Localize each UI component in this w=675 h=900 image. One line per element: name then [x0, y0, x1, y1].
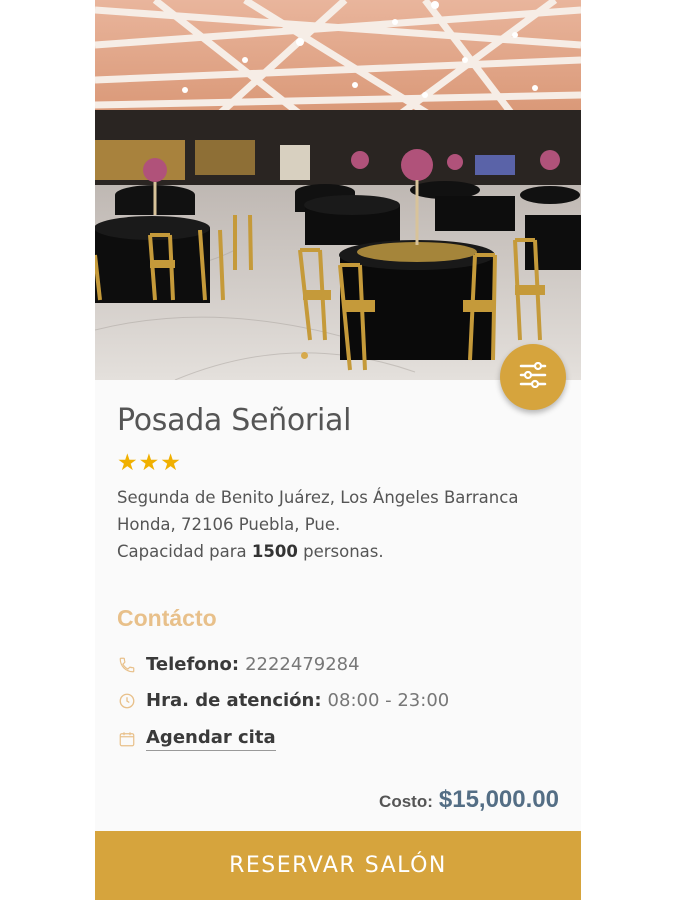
schedule-appointment-link[interactable]: Agendar cita: [146, 727, 276, 751]
capacity-suffix: personas.: [303, 542, 384, 561]
reserve-button[interactable]: RESERVAR SALÓN: [95, 831, 581, 900]
schedule-row[interactable]: Agendar cita: [117, 727, 276, 751]
venue-capacity: Capacidad para 1500 personas.: [117, 542, 384, 561]
filter-button[interactable]: [500, 344, 566, 410]
phone-icon: [117, 655, 137, 675]
cost-label: Costo:: [379, 792, 433, 811]
venue-photo[interactable]: [95, 0, 581, 380]
phone-label: Telefono:: [146, 654, 240, 675]
app-screen: Posada Señorial ★★★ Segunda de Benito Ju…: [95, 0, 581, 900]
clock-icon: [117, 691, 137, 711]
capacity-prefix: Capacidad para: [117, 542, 247, 561]
venue-address: Segunda de Benito Juárez, Los Ángeles Ba…: [117, 488, 519, 534]
phone-row[interactable]: Telefono: 2222479284: [117, 654, 360, 675]
carousel-indicator[interactable]: [301, 352, 308, 359]
hours-row: Hra. de atención: 08:00 - 23:00: [117, 690, 449, 711]
star-rating: ★★★: [117, 449, 182, 475]
venue-name: Posada Señorial: [117, 403, 352, 438]
sliders-icon: [519, 361, 547, 393]
contact-heading: Contácto: [117, 605, 217, 631]
calendar-icon: [117, 729, 137, 749]
cost-value: $15,000.00: [438, 786, 559, 813]
cost-display: Costo: $15,000.00: [379, 786, 559, 814]
banquet-hall-image: [95, 0, 581, 380]
hours-value: 08:00 - 23:00: [327, 690, 450, 711]
phone-value[interactable]: 2222479284: [245, 654, 360, 675]
hours-label: Hra. de atención:: [146, 690, 322, 711]
capacity-value: 1500: [251, 542, 298, 561]
